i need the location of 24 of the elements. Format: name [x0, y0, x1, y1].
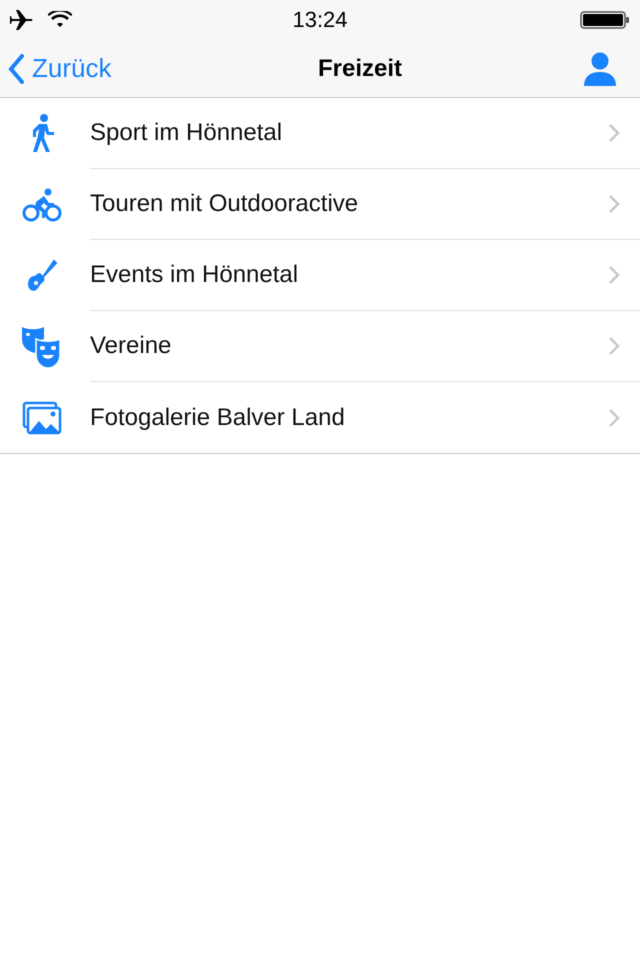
item-label: Vereine	[90, 332, 172, 360]
list-item[interactable]: Fotogalerie Balver Land	[0, 382, 640, 453]
item-label: Sport im Hönnetal	[90, 119, 282, 147]
chevron-icon	[608, 194, 620, 214]
photos-icon	[22, 400, 62, 434]
battery-icon	[580, 10, 630, 30]
item-label: Touren mit Outdooractive	[90, 190, 358, 218]
chevron-icon	[608, 336, 620, 356]
chevron-icon	[608, 408, 620, 428]
nav-title: Freizeit	[318, 54, 402, 82]
chevron-icon	[608, 265, 620, 285]
status-time: 13:24	[292, 7, 348, 33]
user-icon[interactable]	[582, 52, 618, 86]
wifi-icon	[48, 11, 72, 29]
cyclist-icon	[22, 188, 62, 222]
item-label: Fotogalerie Balver Land	[90, 404, 345, 432]
list-item[interactable]: Sport im Hönnetal	[0, 98, 640, 169]
list-item[interactable]: Events im Hönnetal	[0, 240, 640, 311]
item-label: Events im Hönnetal	[90, 261, 298, 289]
list-item[interactable]: Vereine	[0, 311, 640, 382]
list-item[interactable]: Touren mit Outdooractive	[0, 169, 640, 240]
guitar-icon	[26, 258, 58, 292]
back-chevron-icon	[8, 54, 24, 84]
chevron-icon	[608, 123, 620, 143]
